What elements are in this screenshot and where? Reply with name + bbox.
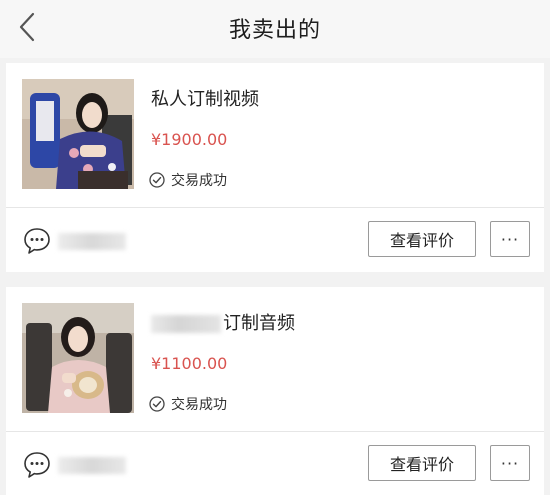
- product-title-text: 订制音频: [223, 313, 295, 334]
- buyer-name-redacted: [58, 457, 126, 474]
- view-review-button[interactable]: 查看评价: [368, 445, 476, 481]
- chat-icon[interactable]: [22, 226, 52, 256]
- buyer-name-redacted: [58, 233, 126, 250]
- divider: [6, 207, 544, 208]
- view-review-button[interactable]: 查看评价: [368, 221, 476, 257]
- product-price: ¥1100.00: [151, 354, 228, 373]
- order-status: 交易成功: [149, 170, 227, 190]
- order-card[interactable]: 私人订制视频 ¥1900.00 交易成功 查看评价 ···: [6, 63, 544, 272]
- order-card[interactable]: 订制音频 ¥1100.00 交易成功 查看评价 ···: [6, 287, 544, 495]
- check-circle-icon: [149, 396, 165, 412]
- product-price: ¥1900.00: [151, 130, 228, 149]
- page-title: 我卖出的: [228, 18, 321, 43]
- top-nav-bar: 我卖出的: [0, 0, 550, 58]
- more-options-button[interactable]: ···: [490, 445, 530, 481]
- order-status-label: 交易成功: [171, 397, 227, 413]
- product-thumbnail[interactable]: [22, 303, 134, 413]
- redacted-text: [151, 315, 221, 333]
- more-options-button[interactable]: ···: [490, 221, 530, 257]
- check-circle-icon: [149, 172, 165, 188]
- product-thumbnail[interactable]: [22, 79, 134, 189]
- order-status: 交易成功: [149, 394, 227, 414]
- order-status-label: 交易成功: [171, 173, 227, 189]
- divider: [6, 431, 544, 432]
- product-title[interactable]: 订制音频: [151, 309, 295, 335]
- chat-icon[interactable]: [22, 450, 52, 480]
- product-title[interactable]: 私人订制视频: [151, 85, 259, 111]
